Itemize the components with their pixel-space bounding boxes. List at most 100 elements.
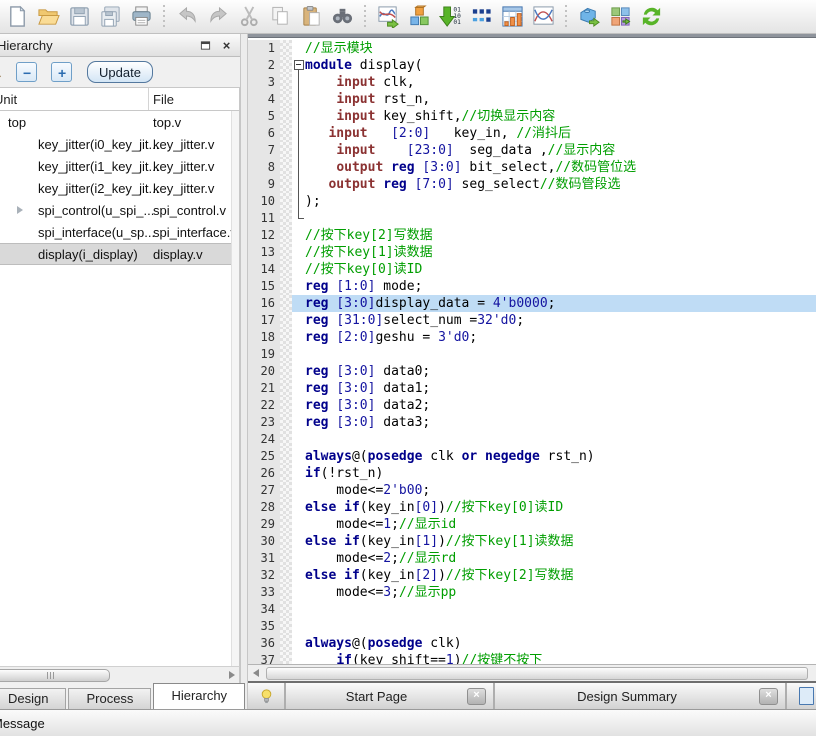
code-line-24[interactable]: 24 xyxy=(248,431,816,448)
hscrollbar-thumb[interactable] xyxy=(0,669,110,682)
code-line-27[interactable]: 27 mode<=2'b00; xyxy=(248,482,816,499)
code-line-18[interactable]: 18reg [2:0]geshu = 3'd0; xyxy=(248,329,816,346)
editor-hscrollbar-left-arrow-icon[interactable] xyxy=(253,669,259,677)
panel-tab-hierarchy[interactable]: Hierarchy xyxy=(153,683,245,709)
code-line-4[interactable]: 4 input rst_n, xyxy=(248,91,816,108)
tree-row-key_jitter-i0_key_jit-[interactable]: key_jitter(i0_key_jit...key_jitter.v xyxy=(0,133,239,155)
code-area[interactable]: 1//显示模块2module display(3 input clk,4 inp… xyxy=(248,38,816,664)
editor-hscrollbar[interactable] xyxy=(248,664,816,681)
code-line-20[interactable]: 20reg [3:0] data0; xyxy=(248,363,816,380)
tree-row-display-i_display-[interactable]: display(i_display)display.v xyxy=(0,243,239,265)
code-line-35[interactable]: 35 xyxy=(248,618,816,635)
code-line-26[interactable]: 26if(!rst_n) xyxy=(248,465,816,482)
code-line-25[interactable]: 25always@(posedge clk or negedge rst_n) xyxy=(248,448,816,465)
code-line-5[interactable]: 5 input key_shift,//切换显示内容 xyxy=(248,108,816,125)
fold-margin xyxy=(292,40,305,57)
code-line-6[interactable]: 6 input [2:0] key_in, //消抖后 xyxy=(248,125,816,142)
code-line-31[interactable]: 31 mode<=2;//显示rd xyxy=(248,550,816,567)
panel-splitter[interactable] xyxy=(240,34,248,709)
code-line-21[interactable]: 21reg [3:0] data1; xyxy=(248,380,816,397)
line-number: 24 xyxy=(248,431,280,448)
code-line-37[interactable]: 37 if(key_shift==1)//按键不按下 xyxy=(248,652,816,664)
panel-tab-design[interactable]: Design xyxy=(0,688,66,709)
save-all-button[interactable] xyxy=(95,3,126,31)
code-line-22[interactable]: 22reg [3:0] data2; xyxy=(248,397,816,414)
code-line-12[interactable]: 12//按下key[2]写数据 xyxy=(248,227,816,244)
tree-row-spi_control-u_spi_-[interactable]: spi_control(u_spi_...spi_control.v xyxy=(0,199,239,221)
code-line-17[interactable]: 17reg [31:0]select_num =32'd0; xyxy=(248,312,816,329)
collapse-all-button[interactable]: − xyxy=(16,62,37,82)
code-line-13[interactable]: 13//按下key[1]读数据 xyxy=(248,244,816,261)
document-tab-design-summary[interactable]: Design Summary× xyxy=(495,683,787,709)
program-brick-button[interactable] xyxy=(574,3,605,31)
tab-close-button[interactable]: × xyxy=(759,688,778,705)
toolbar-separator xyxy=(162,5,167,29)
panel-tab-process[interactable]: Process xyxy=(68,688,151,709)
cut-button[interactable] xyxy=(234,3,265,31)
synthesize-cubes-button[interactable] xyxy=(404,3,435,31)
timing-chart-button[interactable] xyxy=(528,3,559,31)
new-file-icon xyxy=(6,5,29,28)
update-button[interactable]: Update xyxy=(87,61,153,83)
code-line-10[interactable]: 10); xyxy=(248,193,816,210)
tree-row-top[interactable]: toptop.v xyxy=(0,111,239,133)
code-line-1[interactable]: 1//显示模块 xyxy=(248,40,816,57)
code-line-2[interactable]: 2module display( xyxy=(248,57,816,74)
tree-row-spi_interface-u_sp-[interactable]: spi_interface(u_sp...spi_interface.v xyxy=(0,221,239,243)
code-line-30[interactable]: 30else if(key_in[1])//按下key[1]读数据 xyxy=(248,533,816,550)
block-squares-button[interactable] xyxy=(605,3,636,31)
paste-button[interactable] xyxy=(296,3,327,31)
save-button[interactable] xyxy=(64,3,95,31)
code-line-7[interactable]: 7 input [23:0] seg_data ,//显示内容 xyxy=(248,142,816,159)
code-line-14[interactable]: 14//按下key[0]读ID xyxy=(248,261,816,278)
code-line-36[interactable]: 36always@(posedge clk) xyxy=(248,635,816,652)
code-line-16[interactable]: 16reg [3:0]display_data = 4'b0000; xyxy=(248,295,816,312)
tree-row-key_jitter-i2_key_jit-[interactable]: key_jitter(i2_key_jit...key_jitter.v xyxy=(0,177,239,199)
copy-button[interactable] xyxy=(265,3,296,31)
undo-button[interactable] xyxy=(172,3,203,31)
code-line-3[interactable]: 3 input clk, xyxy=(248,74,816,91)
tab-close-button[interactable]: × xyxy=(467,688,486,705)
refresh-button[interactable] xyxy=(636,3,667,31)
find-button[interactable] xyxy=(327,3,358,31)
code-text: always@(posedge clk or negedge rst_n) xyxy=(305,448,816,465)
column-header-file[interactable]: File xyxy=(153,92,174,107)
code-line-11[interactable]: 11 xyxy=(248,210,816,227)
code-line-8[interactable]: 8 output reg [3:0] bit_select,//数码管位选 xyxy=(248,159,816,176)
hierarchy-panel-title: Hierarchy xyxy=(0,38,193,53)
fold-collapse-icon[interactable] xyxy=(292,57,305,74)
hscrollbar-right-arrow-icon[interactable] xyxy=(229,671,235,679)
editor-hscrollbar-thumb[interactable] xyxy=(266,667,808,680)
save-all-icon xyxy=(99,5,122,28)
expand-all-button[interactable]: + xyxy=(51,62,72,82)
float-panel-button[interactable] xyxy=(197,38,214,53)
line-number: 14 xyxy=(248,261,280,278)
search-icon[interactable] xyxy=(0,64,2,80)
redo-button[interactable] xyxy=(203,3,234,31)
code-text: input [2:0] key_in, //消抖后 xyxy=(305,125,816,142)
code-line-28[interactable]: 28else if(key_in[0])//按下key[0]读ID xyxy=(248,499,816,516)
open-folder-button[interactable] xyxy=(33,3,64,31)
analyze-chart-button[interactable] xyxy=(373,3,404,31)
tree-row-key_jitter-i1_key_jit-[interactable]: key_jitter(i1_key_jit...key_jitter.v xyxy=(0,155,239,177)
code-line-29[interactable]: 29 mode<=1;//显示id xyxy=(248,516,816,533)
implement-arrow-button[interactable]: 011001 xyxy=(435,3,466,31)
design-summary-table-button[interactable] xyxy=(497,3,528,31)
code-line-9[interactable]: 9 output reg [7:0] seg_select//数码管段选 xyxy=(248,176,816,193)
new-file-button[interactable] xyxy=(2,3,33,31)
column-header-unit[interactable]: Unit xyxy=(0,92,17,107)
code-line-23[interactable]: 23reg [3:0] data3; xyxy=(248,414,816,431)
expand-arrow-icon[interactable] xyxy=(17,206,23,214)
print-button[interactable] xyxy=(126,3,157,31)
code-line-15[interactable]: 15reg [1:0] mode; xyxy=(248,278,816,295)
hierarchy-hscrollbar[interactable] xyxy=(0,666,240,683)
document-tab-start-page[interactable]: Start Page× xyxy=(286,683,495,709)
place-dots-button[interactable] xyxy=(466,3,497,31)
code-line-34[interactable]: 34 xyxy=(248,601,816,618)
code-line-19[interactable]: 19 xyxy=(248,346,816,363)
close-panel-button[interactable]: × xyxy=(218,38,235,53)
document-tab-partial[interactable] xyxy=(787,683,816,709)
code-line-33[interactable]: 33 mode<=3;//显示pp xyxy=(248,584,816,601)
find-icon xyxy=(331,5,354,28)
code-line-32[interactable]: 32else if(key_in[2])//按下key[2]写数据 xyxy=(248,567,816,584)
